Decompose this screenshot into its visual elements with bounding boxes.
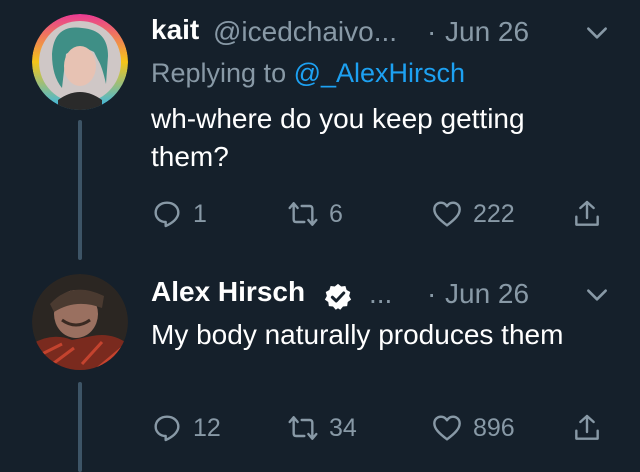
reply-button[interactable]: 1 — [151, 194, 207, 234]
like-count: 896 — [473, 413, 515, 442]
reply-count: 1 — [193, 199, 207, 228]
retweet-button[interactable]: 6 — [287, 194, 343, 234]
avatar[interactable] — [32, 274, 128, 370]
chevron-down-icon[interactable] — [584, 20, 610, 46]
mention-link[interactable]: @_AlexHirsch — [294, 58, 465, 88]
retweet-button[interactable]: 34 — [287, 408, 357, 448]
handle[interactable]: @icedchaivo... — [213, 16, 397, 48]
retweet-count: 6 — [329, 199, 343, 228]
retweet-count: 34 — [329, 413, 357, 442]
tweet-header: kait @icedchaivo... · Jun 26 — [151, 14, 640, 54]
tweet-actions: 12 34 896 — [151, 408, 640, 448]
avatar[interactable] — [32, 14, 128, 110]
tweet[interactable]: Alex Hirsch ... · Jun 26 My body natural… — [0, 262, 640, 472]
replying-to: Replying to @_AlexHirsch — [151, 58, 465, 89]
thread-line — [78, 382, 82, 472]
replying-prefix: Replying to — [151, 58, 287, 88]
verified-badge-icon — [324, 283, 352, 310]
reply-icon — [154, 201, 180, 228]
retweet-icon — [288, 416, 318, 440]
display-name[interactable]: kait — [151, 14, 199, 46]
timestamp[interactable]: Jun 26 — [445, 278, 529, 310]
date-separator: · — [427, 278, 437, 309]
thread-line — [78, 120, 82, 260]
timestamp[interactable]: Jun 26 — [445, 16, 529, 48]
like-icon — [433, 201, 461, 227]
like-button[interactable]: 222 — [431, 194, 515, 234]
like-button[interactable]: 896 — [431, 408, 515, 448]
display-name[interactable]: Alex Hirsch — [151, 276, 305, 308]
chevron-down-icon[interactable] — [584, 282, 610, 308]
date-separator: · — [427, 16, 437, 47]
reply-icon — [154, 415, 180, 442]
reply-button[interactable]: 12 — [151, 408, 221, 448]
share-button[interactable] — [571, 408, 603, 448]
share-icon — [575, 414, 599, 440]
retweet-icon — [288, 202, 318, 226]
tweet-actions: 1 6 222 — [151, 194, 640, 234]
tweet-text: My body naturally produces them — [151, 319, 564, 350]
tweet[interactable]: kait @icedchaivo... · Jun 26 Replying to… — [0, 0, 640, 262]
like-icon — [433, 415, 461, 441]
reply-count: 12 — [193, 413, 221, 442]
tweet-text: wh-where do you keep getting them? — [151, 103, 525, 172]
share-button[interactable] — [571, 194, 603, 234]
tweet-header: Alex Hirsch ... · Jun 26 — [151, 276, 640, 316]
share-icon — [575, 200, 599, 226]
truncated-handle[interactable]: ... — [369, 278, 392, 310]
like-count: 222 — [473, 199, 515, 228]
